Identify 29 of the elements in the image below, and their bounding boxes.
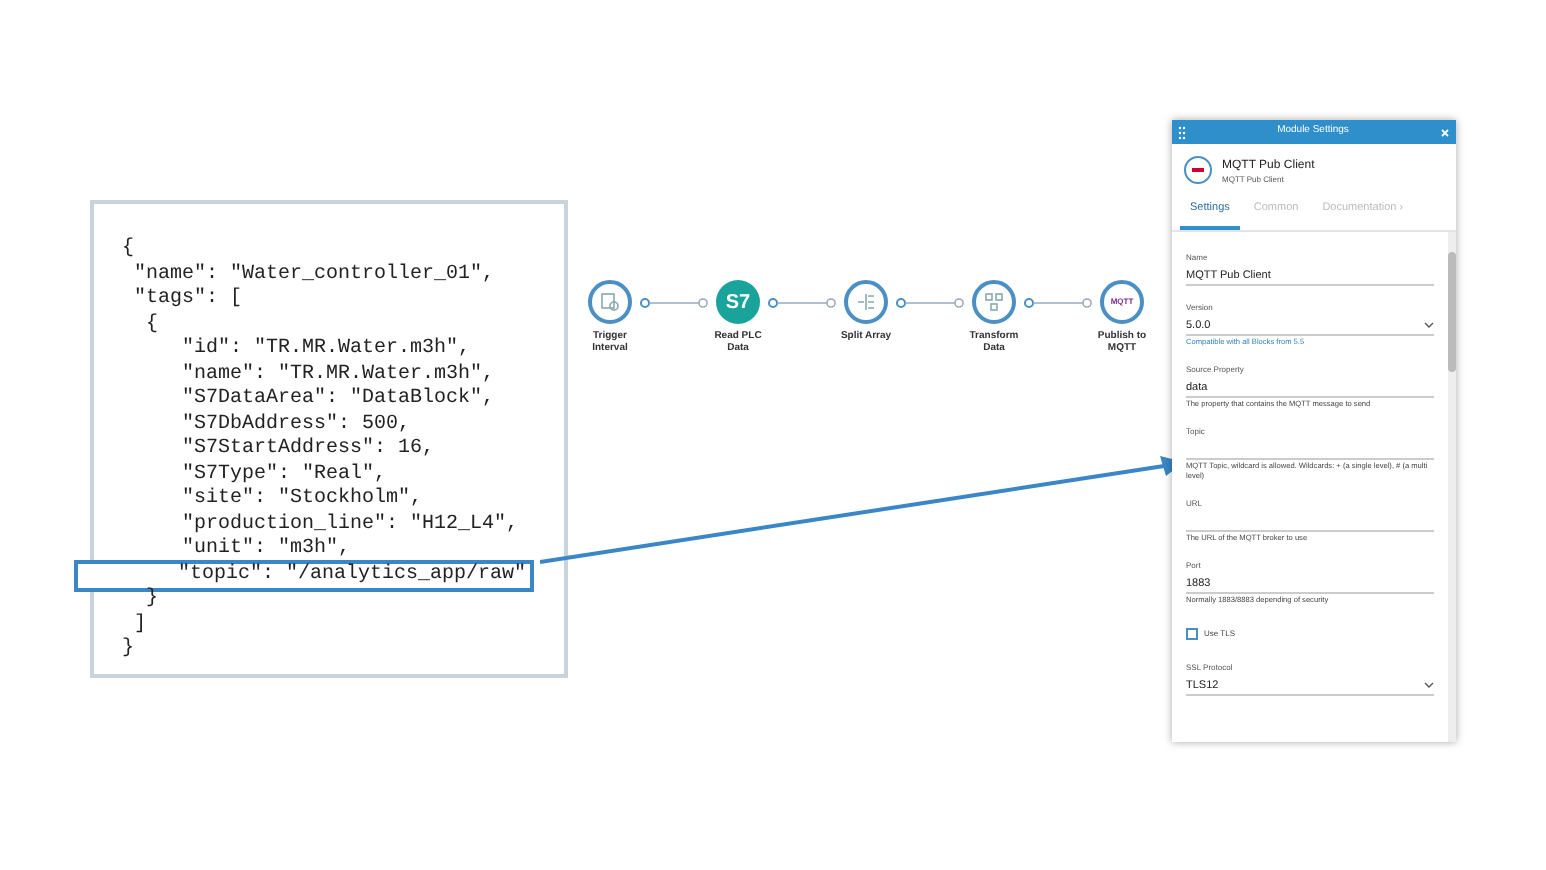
code-line: "S7DataArea": "DataBlock", [180, 385, 497, 413]
code-line: { [120, 235, 136, 264]
code-line: "S7DbAddress": 500, [180, 411, 413, 437]
code-line: } [144, 585, 161, 614]
clock-document-icon [600, 292, 620, 312]
flow-connector [768, 297, 836, 307]
nodes-icon [984, 292, 1004, 312]
code-line: { [144, 311, 161, 339]
flow-connector [640, 297, 708, 307]
module-icon [1184, 156, 1212, 184]
code-line: "site": "Stockholm", [180, 485, 425, 513]
code-line: } [120, 635, 137, 664]
drag-handle-icon[interactable] [1178, 125, 1186, 139]
code-line: "unit": "m3h", [180, 535, 353, 563]
code-line: "name": "Water_controller_01", [132, 261, 497, 287]
chevron-down-icon [1424, 322, 1434, 329]
close-icon[interactable] [1440, 127, 1450, 137]
chevron-down-icon [1424, 682, 1434, 689]
checkbox[interactable] [1186, 628, 1198, 641]
split-icon [856, 292, 876, 312]
code-line: "name": "TR.MR.Water.m3h", [180, 361, 497, 387]
code-line: "S7StartAddress": 16, [180, 435, 437, 463]
code-line: "S7Type": "Real", [180, 461, 389, 487]
flow-connector [1024, 297, 1092, 307]
code-line: "production_line": "H12_L4", [180, 511, 521, 537]
code-line: ] [132, 611, 149, 639]
flow-connector [896, 297, 964, 307]
code-line: "id": "TR.MR.Water.m3h", [180, 335, 473, 363]
code-line: "tags": [ [132, 285, 245, 313]
